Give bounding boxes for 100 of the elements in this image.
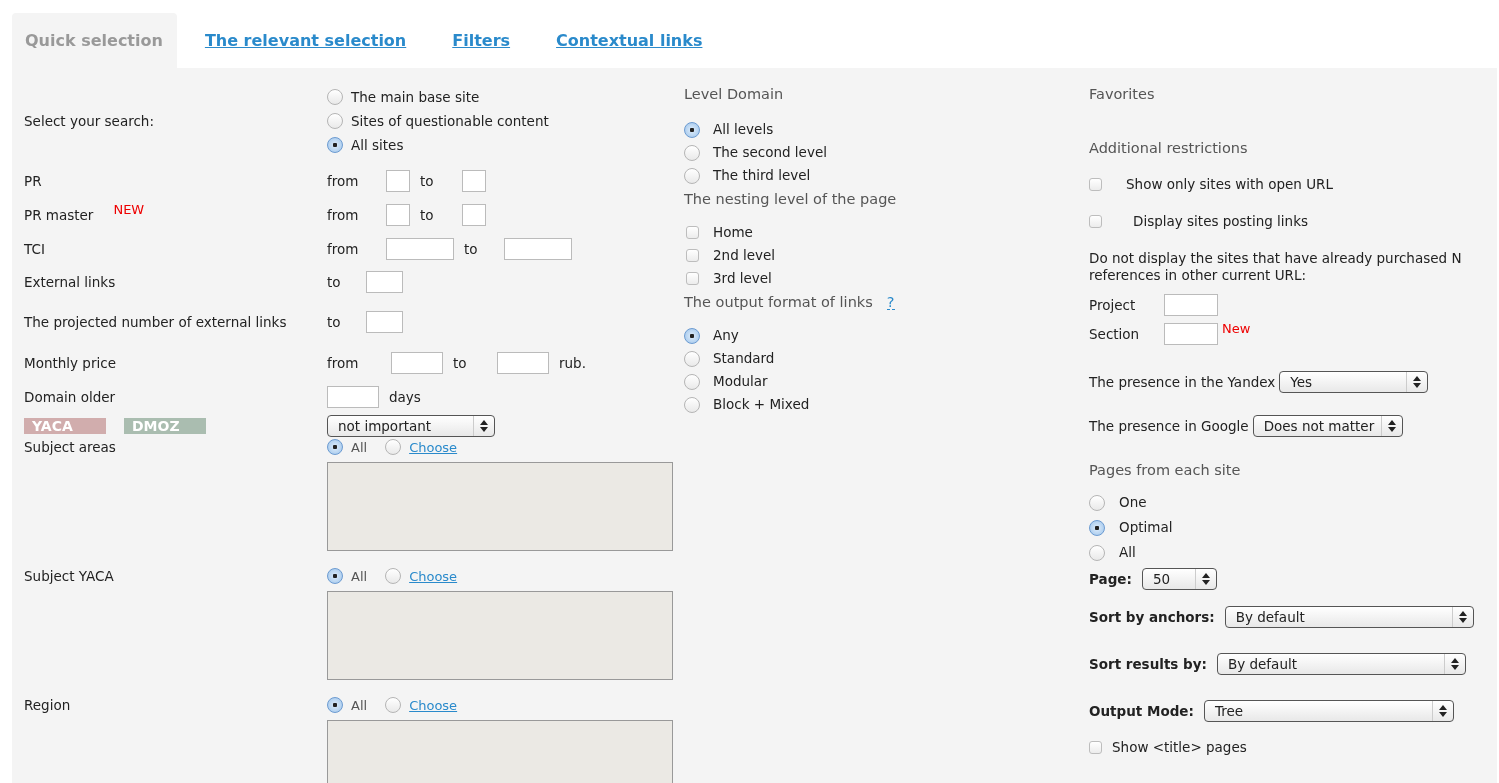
filter-label: Domain older xyxy=(24,388,116,406)
filter-label: PR xyxy=(24,172,42,190)
dropdown-select[interactable]: not important xyxy=(327,415,495,437)
radio-button[interactable] xyxy=(1089,544,1105,561)
field-label: Project xyxy=(1089,296,1137,313)
dropdown-select[interactable]: 50 xyxy=(1141,568,1217,590)
radio-button[interactable] xyxy=(385,439,402,455)
radio-button[interactable] xyxy=(1089,519,1105,536)
checkbox[interactable] xyxy=(1089,215,1102,228)
input-field[interactable] xyxy=(462,204,486,226)
radio-button[interactable] xyxy=(327,439,343,455)
field-label: from xyxy=(327,355,360,371)
dropdown-select[interactable]: By default xyxy=(1224,605,1474,628)
option-label: Show <title> pages xyxy=(1112,738,1247,756)
option-label: The main base site xyxy=(351,88,480,106)
option-label: Block + Mixed xyxy=(713,396,810,413)
option-label: Modular xyxy=(713,373,768,390)
radio-button[interactable] xyxy=(327,568,343,584)
radio-button[interactable] xyxy=(684,350,700,367)
radio-button[interactable] xyxy=(684,121,700,138)
input-field[interactable] xyxy=(366,311,403,333)
filter-label: Region xyxy=(24,697,72,714)
option-label: Any xyxy=(713,327,739,344)
input-field[interactable] xyxy=(386,238,454,260)
input-field[interactable] xyxy=(327,386,379,408)
tab[interactable]: Quick selection xyxy=(12,13,177,68)
section-title: The nesting level of the page xyxy=(684,191,897,207)
checkbox[interactable] xyxy=(685,226,699,239)
checkbox[interactable] xyxy=(685,272,699,285)
radio-button[interactable] xyxy=(327,137,343,153)
input-field[interactable] xyxy=(386,170,410,192)
section-title: The output format of links xyxy=(684,294,873,310)
input-field[interactable] xyxy=(462,170,486,192)
option-label: All sites xyxy=(351,136,404,154)
input-field[interactable] xyxy=(497,352,549,374)
choose-link[interactable]: Choose xyxy=(409,697,458,713)
caret-icon xyxy=(480,420,488,432)
option-label: Home xyxy=(713,224,753,241)
filter-label: External links xyxy=(24,273,116,291)
help-link[interactable]: ? xyxy=(886,294,895,310)
field-label: rub. xyxy=(559,355,586,371)
checkbox[interactable] xyxy=(685,249,699,262)
tab[interactable]: Filters xyxy=(438,13,525,68)
field-label: The presence in the Yandex xyxy=(1089,373,1276,391)
caret-icon xyxy=(1450,657,1459,670)
input-field[interactable] xyxy=(391,352,443,374)
list-box[interactable] xyxy=(327,591,673,680)
option-label: The second level xyxy=(713,144,827,161)
list-box[interactable] xyxy=(327,720,673,783)
field-label: Page: xyxy=(1089,571,1132,587)
caret-icon xyxy=(1438,704,1447,717)
radio-button[interactable] xyxy=(684,167,700,184)
caret-icon xyxy=(1458,610,1467,623)
radio-button[interactable] xyxy=(327,89,343,105)
choose-link[interactable]: Choose xyxy=(409,439,458,455)
radio-button[interactable] xyxy=(385,568,402,584)
radio-button[interactable] xyxy=(385,697,402,713)
dropdown-select[interactable]: By default xyxy=(1216,652,1466,675)
radio-button[interactable] xyxy=(327,697,343,713)
choose-link[interactable]: Choose xyxy=(409,568,458,584)
option-label: All xyxy=(351,439,368,455)
field-label: from xyxy=(327,173,360,189)
field-label: Section xyxy=(1089,325,1141,342)
radio-button[interactable] xyxy=(684,396,700,413)
input-field[interactable] xyxy=(386,204,410,226)
checkbox[interactable] xyxy=(1089,740,1102,754)
option-label: All levels xyxy=(713,121,774,138)
tab[interactable]: Contextual links xyxy=(542,13,717,68)
input-field[interactable] xyxy=(504,238,572,260)
radio-button[interactable] xyxy=(1089,494,1105,511)
option-label: 3rd level xyxy=(713,270,772,287)
input-field[interactable] xyxy=(1164,322,1218,345)
field-label: Output Mode: xyxy=(1089,702,1194,719)
filter-label: Subject YACA xyxy=(24,568,115,585)
catalog-tag: DMOZ xyxy=(124,418,206,434)
radio-button[interactable] xyxy=(327,113,343,129)
radio-button[interactable] xyxy=(684,327,700,344)
input-field[interactable] xyxy=(1164,293,1218,316)
radio-button[interactable] xyxy=(684,144,700,161)
field-label: to xyxy=(420,173,435,189)
option-label: The third level xyxy=(713,167,811,184)
radio-button[interactable] xyxy=(684,373,700,390)
filter-label: Select your search: xyxy=(24,112,155,130)
section-title: Favorites xyxy=(1089,86,1155,102)
option-label: All xyxy=(351,697,368,713)
tab[interactable]: The relevant selection xyxy=(190,13,421,68)
dropdown-select[interactable]: Tree xyxy=(1203,699,1454,722)
option-label: One xyxy=(1119,494,1147,511)
catalog-tag: YACA xyxy=(24,418,106,434)
option-label: Show only sites with open URL xyxy=(1126,176,1333,193)
section-title: Pages from each site xyxy=(1089,462,1241,478)
field-label: from xyxy=(327,207,360,223)
option-label: Standard xyxy=(713,350,775,367)
field-label: to xyxy=(420,207,435,223)
input-field[interactable] xyxy=(366,271,403,293)
list-box[interactable] xyxy=(327,462,673,551)
checkbox[interactable] xyxy=(1089,178,1102,191)
dropdown-select[interactable]: Does not matter xyxy=(1252,415,1403,437)
dropdown-select[interactable]: Yes xyxy=(1279,371,1429,393)
field-label: to xyxy=(464,241,479,257)
